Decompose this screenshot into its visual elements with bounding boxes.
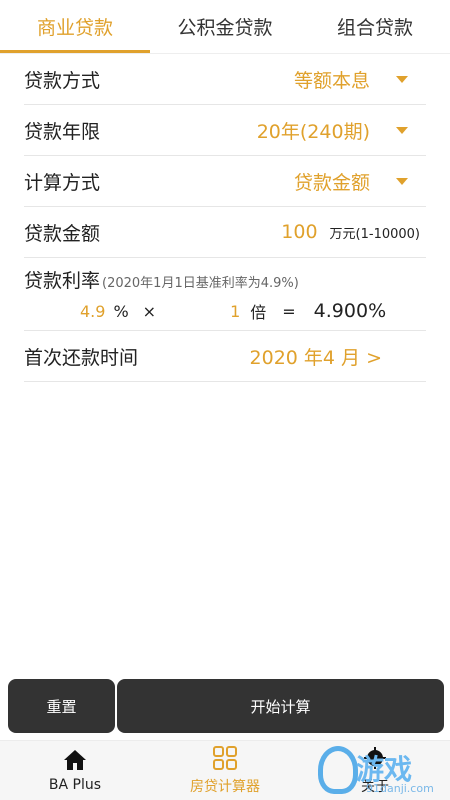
calc-mode-select[interactable]: 贷款金额	[294, 168, 426, 195]
about-icon	[364, 746, 386, 769]
nav-ba-plus-label: BA Plus	[48, 776, 102, 793]
loan-term-select[interactable]: 20年(240期)	[257, 117, 426, 144]
loan-form: 贷款方式 等额本息 贷款年限 20年(240期) 计算方式 贷款金额 贷款金额 …	[24, 54, 426, 382]
calc-mode-label: 计算方式	[24, 171, 101, 194]
rate-result: 4.900%	[313, 300, 387, 322]
nav-about[interactable]: 关于	[300, 741, 450, 800]
loan-amount-row: 贷款金额 100 万元(1-10000)	[24, 207, 426, 258]
calc-mode-value: 贷款金额	[293, 171, 370, 194]
loan-rate-row: 贷款利率 (2020年1月1日基准利率为4.9%) 4.9 % × 1 倍 = …	[24, 258, 426, 331]
loan-method-label: 贷款方式	[24, 69, 101, 92]
times-sign: ×	[142, 301, 157, 321]
nav-mortgage-calculator[interactable]: 房贷计算器	[150, 741, 300, 800]
loan-term-value: 20年(240期)	[256, 120, 370, 143]
nav-ba-plus[interactable]: BA Plus	[0, 741, 150, 800]
loan-rate-hint: (2020年1月1日基准利率为4.9%)	[102, 276, 299, 291]
percent-sign: %	[113, 301, 129, 321]
first-payment-row[interactable]: 首次还款时间 2020 年4 月 >	[24, 331, 426, 382]
nav-mortgage-calculator-label: 房贷计算器	[190, 778, 260, 795]
first-payment-date-picker[interactable]: 2020 年4 月 >	[250, 343, 382, 370]
loan-amount-input[interactable]: 100	[281, 221, 317, 243]
grid-icon	[213, 745, 237, 770]
tab-combined-loan[interactable]: 组合贷款	[300, 0, 450, 53]
loan-method-select[interactable]: 等额本息	[294, 66, 426, 93]
tab-provident-fund-loan[interactable]: 公积金贷款	[150, 0, 300, 53]
action-buttons: 重置 开始计算	[8, 679, 444, 733]
home-icon	[64, 749, 86, 770]
loan-rate-label: 贷款利率	[24, 270, 101, 292]
loan-type-tabs: 商业贷款 公积金贷款 组合贷款	[0, 0, 450, 54]
loan-amount-unit: 万元(1-10000)	[329, 226, 420, 242]
rate-multiplier-input[interactable]: 1	[230, 302, 240, 321]
loan-amount-label: 贷款金额	[24, 222, 101, 245]
calc-mode-row[interactable]: 计算方式 贷款金额	[24, 156, 426, 207]
multiplier-unit: 倍	[250, 303, 267, 322]
dropdown-caret-icon	[396, 177, 408, 185]
dropdown-caret-icon	[396, 75, 408, 83]
loan-term-row[interactable]: 贷款年限 20年(240期)	[24, 105, 426, 156]
first-payment-label: 首次还款时间	[24, 346, 139, 369]
reset-button[interactable]: 重置	[8, 679, 115, 733]
equals-sign: =	[282, 301, 296, 321]
nav-about-label: 关于	[361, 778, 389, 795]
loan-method-row[interactable]: 贷款方式 等额本息	[24, 54, 426, 105]
bottom-navigation: BA Plus 房贷计算器 关于	[0, 740, 450, 800]
base-rate-input[interactable]: 4.9	[80, 302, 105, 321]
rate-calculation: 4.9 % × 1 倍 = 4.900%	[24, 299, 426, 323]
loan-term-label: 贷款年限	[24, 120, 101, 143]
dropdown-caret-icon	[396, 126, 408, 134]
tab-commercial-loan[interactable]: 商业贷款	[0, 0, 150, 53]
start-calculation-button[interactable]: 开始计算	[117, 679, 444, 733]
loan-method-value: 等额本息	[293, 69, 370, 92]
